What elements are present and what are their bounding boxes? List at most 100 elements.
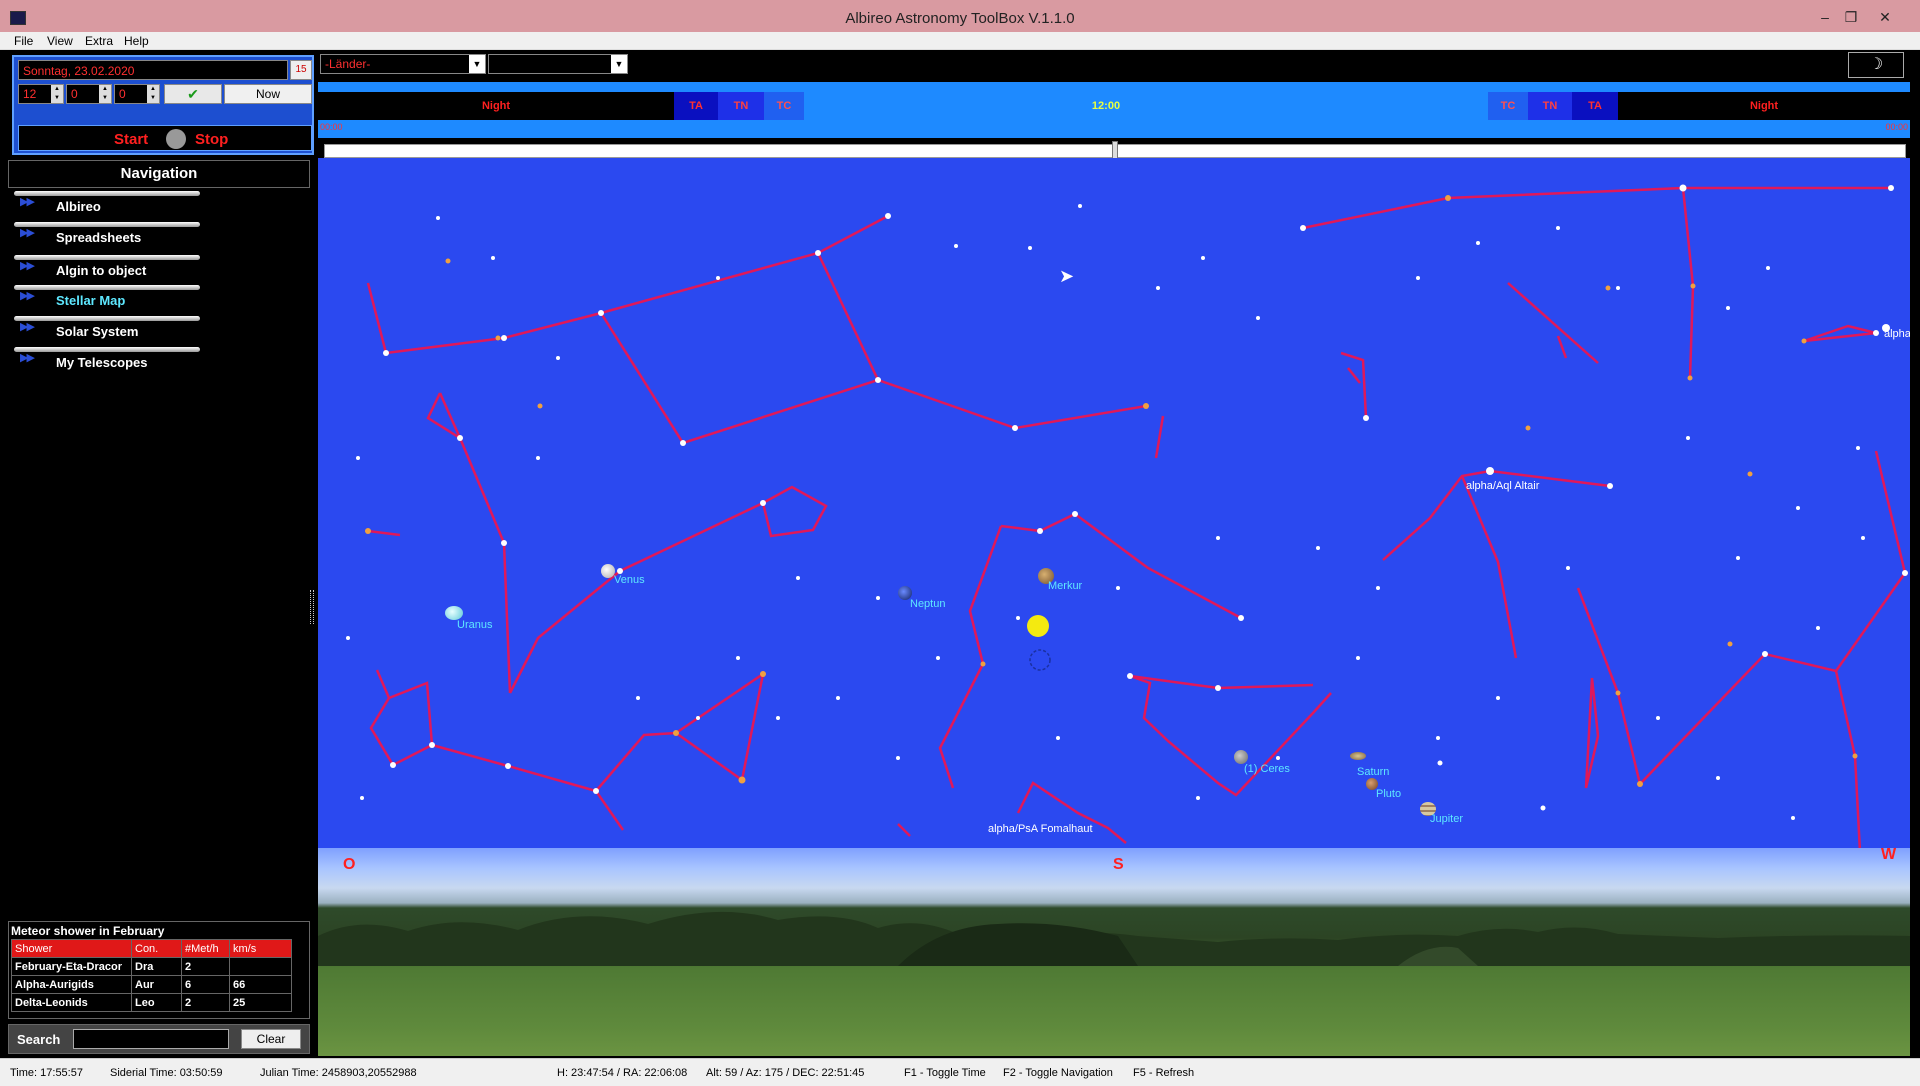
table-cell: Leo [131, 993, 182, 1012]
search-input[interactable] [73, 1029, 229, 1049]
meteor-caption: Meteor shower in February [11, 924, 165, 938]
status-hour-ra: H: 23:47:54 / RA: 22:06:08 [557, 1067, 688, 1079]
planet-label-merkur: Merkur [1048, 580, 1083, 592]
stepper-arrows-icon[interactable]: ▲ ▼ [51, 85, 63, 103]
table-row[interactable]: Delta-Leonids Leo 2 25 [11, 993, 292, 1012]
title-bar: Albireo Astronomy ToolBox V.1.1.0 – ❐ ✕ [0, 0, 1920, 36]
table-cell: 66 [229, 975, 292, 994]
table-row[interactable]: Alpha-Aurigids Aur 6 66 [11, 975, 292, 994]
column-header[interactable]: km/s [229, 939, 292, 958]
minute-stepper[interactable]: 0 ▲ ▼ [66, 84, 112, 104]
planet-label-jupiter: Jupiter [1430, 813, 1464, 825]
ceres-icon[interactable] [1234, 750, 1248, 764]
column-header[interactable]: #Met/h [181, 939, 230, 958]
city-select[interactable]: ▼ [488, 54, 628, 74]
nav-item-my-telescopes[interactable]: ▶▶ My Telescopes [14, 347, 200, 371]
start-label[interactable]: Start [114, 131, 148, 148]
restore-icon[interactable]: ❐ [1838, 6, 1864, 28]
stepper-arrows-icon[interactable]: ▲ ▼ [99, 85, 111, 103]
planet-label-saturn: Saturn [1357, 766, 1390, 778]
stellar-map[interactable]: Venus Uranus Neptun Merkur (1) Ceres Sat… [318, 158, 1910, 1056]
status-f5: F5 - Refresh [1133, 1067, 1195, 1079]
table-cell: Aur [131, 975, 182, 994]
navigation-heading: Navigation [8, 160, 310, 188]
column-header[interactable]: Shower [11, 939, 132, 958]
civil-twilight-right: TC [1488, 92, 1528, 120]
status-alt-az: Alt: 59 / Az: 175 / DEC: 22:51:45 [706, 1067, 865, 1079]
minimize-icon[interactable]: – [1812, 6, 1838, 28]
nav-item-albireo[interactable]: ▶▶ Albireo [14, 191, 200, 215]
calendar-icon[interactable]: 15 [290, 60, 312, 80]
planet-label-ceres: (1) Ceres [1244, 763, 1290, 775]
night-segment-left: Night [318, 92, 674, 120]
chevron-down-icon[interactable]: ▼ [469, 55, 485, 73]
table-cell: Alpha-Aurigids [11, 975, 132, 994]
hour-end-label: 00:00 [1885, 122, 1908, 132]
toggle-knob-icon[interactable] [166, 129, 186, 149]
double-arrow-icon: ▶▶ [20, 321, 35, 333]
nav-item-solar-system[interactable]: ▶▶ Solar System [14, 316, 200, 340]
panel-splitter[interactable] [310, 590, 314, 624]
double-arrow-icon: ▶▶ [20, 196, 35, 208]
chevron-down-icon[interactable]: ▼ [611, 55, 627, 73]
location-toolbar: -Länder- ▼ ▼ ☽ [318, 50, 1920, 80]
clear-button[interactable]: Clear [241, 1029, 301, 1049]
stop-label[interactable]: Stop [195, 131, 228, 148]
table-cell: 25 [229, 993, 292, 1012]
double-arrow-icon: ▶▶ [20, 227, 35, 239]
meteor-shower-table: Meteor shower in February Shower Con. #M… [8, 921, 310, 1019]
status-julian: Julian Time: 2458903,20552988 [260, 1067, 417, 1079]
close-icon[interactable]: ✕ [1872, 6, 1898, 28]
table-header-row: Shower Con. #Met/h km/s [11, 939, 292, 958]
double-arrow-icon: ▶▶ [20, 290, 35, 302]
hour-axis: 00:00 00:00 [318, 122, 1910, 134]
search-label: Search [17, 1032, 61, 1047]
table-cell: Dra [131, 957, 182, 976]
nav-item-stellar-map[interactable]: ▶▶ Stellar Map [14, 285, 200, 309]
daylight-segment-end [1408, 92, 1488, 120]
menu-file[interactable]: File [14, 34, 33, 48]
uranus-icon[interactable] [445, 606, 463, 620]
date-field[interactable]: Sonntag, 23.02.2020 [18, 60, 288, 80]
status-sidereal: Siderial Time: 03:50:59 [110, 1067, 223, 1079]
nautical-twilight-right: TN [1528, 92, 1572, 120]
search-bar: Search Clear [8, 1024, 310, 1054]
now-button[interactable]: Now [224, 84, 312, 104]
column-header[interactable]: Con. [131, 939, 182, 958]
hour-start-label: 00:00 [320, 122, 343, 132]
cursor-icon: ➤ [1059, 266, 1075, 286]
sun-icon [1027, 615, 1049, 637]
table-cell: Delta-Leonids [11, 993, 132, 1012]
saturn-icon[interactable] [1350, 752, 1366, 760]
table-cell: 2 [181, 993, 230, 1012]
horizon-landscape [318, 848, 1910, 1056]
nautical-twilight-left: TN [718, 92, 764, 120]
date-time-panel: Sonntag, 23.02.2020 15 12 ▲ ▼ 0 ▲ ▼ 0 ▲ ▼ ✔ No… [12, 55, 314, 155]
start-stop-toggle[interactable]: Start Stop [18, 125, 312, 151]
venus-icon[interactable] [601, 564, 615, 578]
second-stepper[interactable]: 0 ▲ ▼ [114, 84, 160, 104]
table-row[interactable]: February-Eta-Dracor Dra 2 [11, 957, 292, 976]
window-title: Albireo Astronomy ToolBox V.1.1.0 [845, 10, 1075, 27]
civil-twilight-left: TC [764, 92, 804, 120]
menu-view[interactable]: View [47, 34, 73, 48]
nav-item-align[interactable]: ▶▶ Algin to object [14, 255, 200, 279]
hour-stepper[interactable]: 12 ▲ ▼ [18, 84, 64, 104]
menu-help[interactable]: Help [124, 34, 149, 48]
planet-label-uranus: Uranus [457, 619, 493, 631]
daylight-segment: 12:00 [804, 92, 1408, 120]
status-bar: Time: 17:55:57 Siderial Time: 03:50:59 J… [0, 1058, 1920, 1086]
country-select[interactable]: -Länder- ▼ [320, 54, 486, 74]
nav-item-spreadsheets[interactable]: ▶▶ Spreadsheets [14, 222, 200, 246]
double-arrow-icon: ▶▶ [20, 352, 35, 364]
menu-extra[interactable]: Extra [85, 34, 113, 48]
stepper-arrows-icon[interactable]: ▲ ▼ [147, 85, 159, 103]
checkmark-icon[interactable]: ✔ [164, 84, 222, 104]
table-cell: February-Eta-Dracor [11, 957, 132, 976]
cardinal-south-label: S [1113, 856, 1124, 873]
star-label-fomalhaut: alpha/PsA Fomalhaut [988, 823, 1093, 835]
planet-label-pluto: Pluto [1376, 788, 1402, 800]
star-label-regulus: alpha/L [1884, 328, 1910, 340]
moon-phase-icon[interactable]: ☽ [1848, 52, 1904, 78]
time-slider[interactable] [324, 141, 1906, 161]
